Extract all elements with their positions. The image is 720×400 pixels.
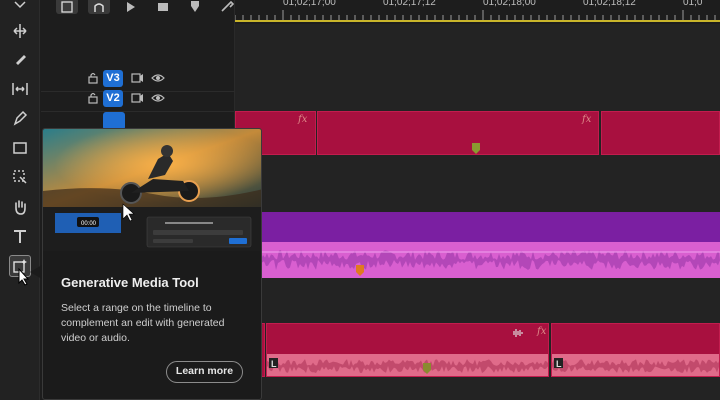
timeline-ruler[interactable]: 01;02;17;00 01;02;17;12 01;02;18;00 01;0… bbox=[235, 0, 720, 22]
preview-timecode: 00:00 bbox=[81, 221, 97, 227]
tooltip-title: Generative Media Tool bbox=[61, 275, 199, 290]
timeline-tracks[interactable]: fx fx L fx L bbox=[235, 24, 720, 400]
tools-panel bbox=[0, 0, 40, 400]
eye-icon[interactable] bbox=[151, 72, 165, 84]
remix-tool-icon[interactable] bbox=[9, 166, 31, 188]
pen-tool-icon[interactable] bbox=[9, 107, 31, 129]
rectangle-tool-icon[interactable] bbox=[9, 137, 31, 159]
snap-button[interactable] bbox=[56, 0, 78, 14]
linked-selection-button[interactable] bbox=[88, 0, 110, 14]
ruler-ticks bbox=[235, 10, 716, 20]
slip-tool-icon[interactable] bbox=[9, 78, 31, 100]
svg-text:L: L bbox=[556, 359, 562, 369]
timeline-toolbar bbox=[56, 0, 238, 14]
video-clip[interactable]: fx bbox=[317, 111, 599, 155]
insert-icon[interactable] bbox=[120, 0, 142, 14]
clip-marker-icon[interactable] bbox=[423, 363, 431, 374]
sequence-icon[interactable] bbox=[152, 0, 174, 14]
ruler-timecode: 01;02;18;12 bbox=[583, 0, 636, 8]
ruler-timecode: 01;02;17;12 bbox=[383, 0, 436, 8]
audio-clip[interactable]: L bbox=[551, 323, 720, 377]
audio-clip[interactable]: L fx bbox=[266, 323, 549, 377]
lock-icon[interactable] bbox=[87, 92, 99, 104]
selection-tool-icon[interactable] bbox=[9, 0, 31, 14]
ruler-timecode: 01;02;18;00 bbox=[483, 0, 536, 8]
toggle-sync-lock-icon[interactable] bbox=[130, 72, 144, 84]
clip-marker-icon[interactable] bbox=[472, 143, 480, 154]
fx-badge: fx bbox=[582, 114, 592, 125]
track-label-v2[interactable]: V2 bbox=[103, 90, 123, 107]
audio-waveform bbox=[235, 242, 720, 278]
video-clip[interactable] bbox=[601, 111, 720, 155]
clip-marker-icon[interactable] bbox=[356, 265, 364, 276]
audio-clip[interactable] bbox=[235, 212, 720, 278]
mouse-cursor-icon bbox=[18, 268, 30, 286]
add-marker-icon[interactable] bbox=[184, 0, 206, 14]
lock-icon[interactable] bbox=[87, 72, 99, 84]
fx-badge: fx bbox=[537, 326, 547, 337]
generative-media-tooltip: 00:00 Generative Media Tool Select a ran… bbox=[42, 128, 262, 400]
track-label-v3[interactable]: V3 bbox=[103, 70, 123, 87]
learn-more-button[interactable]: Learn more bbox=[166, 361, 243, 383]
tooltip-description: Select a range on the timeline to comple… bbox=[61, 302, 225, 344]
ruler-timecode: 01;02;17;00 bbox=[283, 0, 336, 8]
eye-icon[interactable] bbox=[151, 92, 165, 104]
audio-gain-icon bbox=[513, 329, 523, 337]
hand-tool-icon[interactable] bbox=[9, 196, 31, 218]
popup-caret bbox=[30, 265, 42, 279]
audio-waveform: L bbox=[552, 354, 719, 376]
razor-tool-icon[interactable] bbox=[9, 48, 31, 70]
tooltip-preview-image: 00:00 bbox=[43, 129, 261, 251]
svg-text:L: L bbox=[271, 359, 277, 369]
fx-badge: fx bbox=[298, 114, 308, 125]
audio-waveform: L bbox=[267, 354, 548, 376]
type-tool-icon[interactable] bbox=[9, 225, 31, 247]
ripple-edit-tool-icon[interactable] bbox=[9, 20, 31, 42]
track-row-v2: V2 bbox=[41, 86, 235, 112]
ruler-timecode: 01;0 bbox=[683, 0, 703, 8]
toggle-sync-lock-icon[interactable] bbox=[130, 92, 144, 104]
